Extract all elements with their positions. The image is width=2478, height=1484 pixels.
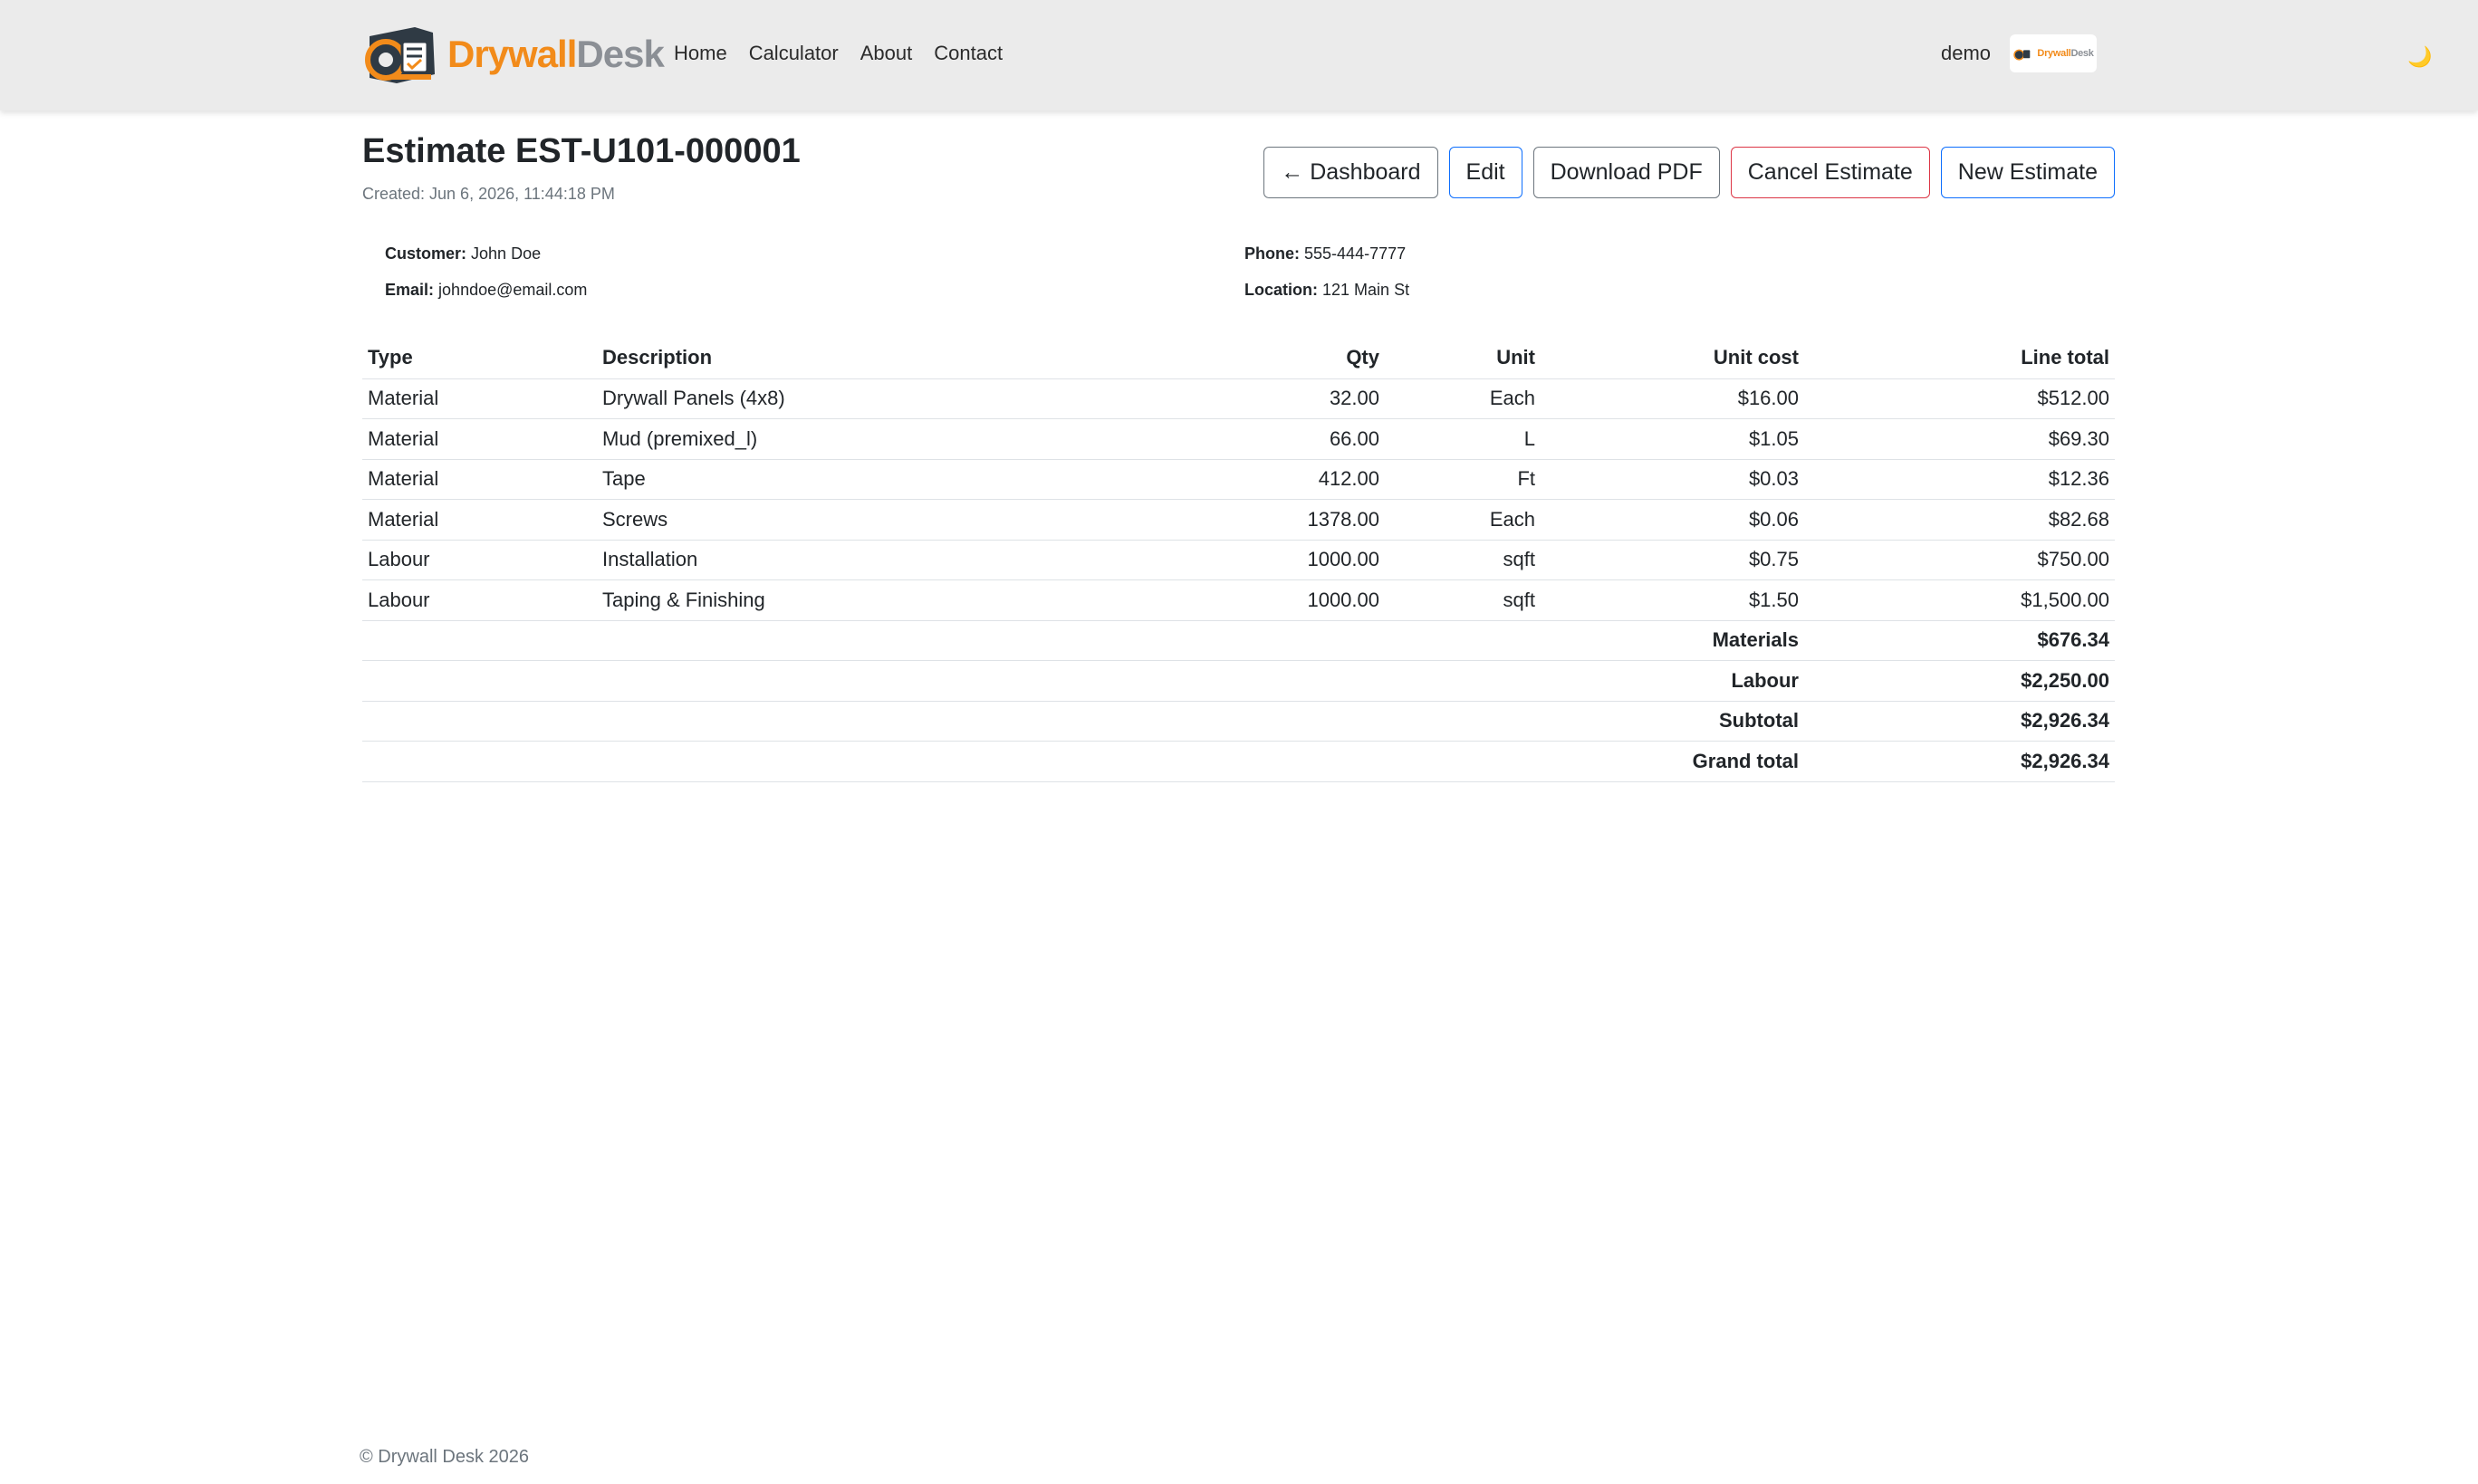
tape-measure-icon [2013, 49, 2031, 61]
customer-name: John Doe [471, 244, 542, 263]
brand-name: DrywallDesk [447, 33, 665, 75]
cell-qty: 1000.00 [1131, 579, 1385, 621]
table-row: Labour Taping & Finishing 1000.00 sqft $… [362, 579, 2115, 621]
cell-unit: Ft [1385, 459, 1541, 500]
table-row: Material Mud (premixed_l) 66.00 L $1.05 … [362, 418, 2115, 460]
dashboard-button[interactable]: ← Dashboard [1263, 147, 1438, 198]
table-row: Material Screws 1378.00 Each $0.06 $82.6… [362, 499, 2115, 541]
totals-label: Subtotal [1541, 701, 1804, 742]
cell-unit-cost: $1.50 [1541, 579, 1804, 621]
cell-qty: 66.00 [1131, 418, 1385, 460]
cell-unit-cost: $1.05 [1541, 418, 1804, 460]
cell-qty: 412.00 [1131, 459, 1385, 500]
cell-unit: sqft [1385, 540, 1541, 580]
cell-line-total: $82.68 [1804, 499, 2115, 541]
phone-info: Phone: 555-444-7777 [1244, 244, 1407, 263]
moon-icon[interactable]: 🌙 [2407, 45, 2432, 69]
totals-label: Materials [1541, 620, 1804, 661]
cell-qty: 32.00 [1131, 378, 1385, 419]
cell-unit: L [1385, 418, 1541, 460]
cell-unit-cost: $0.75 [1541, 540, 1804, 580]
new-estimate-button[interactable]: New Estimate [1940, 147, 2115, 198]
cell-type: Material [362, 418, 597, 460]
nav-home[interactable]: Home [674, 36, 727, 71]
cell-type: Labour [362, 540, 597, 580]
brand-logo[interactable]: DrywallDesk [360, 20, 665, 89]
totals-value: $2,926.34 [1804, 741, 2115, 782]
cell-description: Taping & Finishing [597, 579, 1131, 621]
totals-row-materials: Materials $676.34 [362, 620, 2115, 661]
cell-description: Tape [597, 459, 1131, 500]
cell-type: Material [362, 499, 597, 541]
cell-unit: Each [1385, 378, 1541, 419]
cell-type: Material [362, 459, 597, 500]
totals-row-labour: Labour $2,250.00 [362, 660, 2115, 702]
cell-unit: sqft [1385, 579, 1541, 621]
action-bar: ← Dashboard Edit Download PDF Cancel Est… [1263, 147, 2115, 198]
nav-links: Home Calculator About Contact [674, 36, 1024, 71]
user-name[interactable]: demo [1941, 36, 1991, 71]
header-unit-cost: Unit cost [1541, 337, 1804, 379]
cell-line-total: $12.36 [1804, 459, 2115, 500]
totals-row-subtotal: Subtotal $2,926.34 [362, 701, 2115, 742]
totals-value: $2,926.34 [1804, 701, 2115, 742]
cell-unit-cost: $16.00 [1541, 378, 1804, 419]
totals-label: Labour [1541, 660, 1804, 702]
header-qty: Qty [1131, 337, 1385, 379]
cell-description: Drywall Panels (4x8) [597, 378, 1131, 419]
table-header: Type Description Qty Unit Unit cost Line… [362, 337, 2115, 379]
nav-about[interactable]: About [860, 36, 913, 71]
footer-copyright: © Drywall Desk 2026 [360, 1447, 530, 1467]
avatar[interactable]: DrywallDesk [2010, 34, 2097, 72]
table-row: Labour Installation 1000.00 sqft $0.75 $… [362, 540, 2115, 580]
cell-type: Material [362, 378, 597, 419]
cell-line-total: $1,500.00 [1804, 579, 2115, 621]
cell-line-total: $750.00 [1804, 540, 2115, 580]
download-pdf-button[interactable]: Download PDF [1532, 147, 1720, 198]
cell-unit: Each [1385, 499, 1541, 541]
cell-qty: 1378.00 [1131, 499, 1385, 541]
nav-contact[interactable]: Contact [934, 36, 1003, 71]
location-info: Location: 121 Main St [1244, 281, 1410, 299]
line-items-table: Type Description Qty Unit Unit cost Line… [362, 337, 2115, 782]
edit-button[interactable]: Edit [1448, 147, 1522, 198]
cancel-estimate-button[interactable]: Cancel Estimate [1730, 147, 1930, 198]
cell-unit-cost: $0.03 [1541, 459, 1804, 500]
cell-line-total: $69.30 [1804, 418, 2115, 460]
header-description: Description [597, 337, 1131, 379]
cell-description: Screws [597, 499, 1131, 541]
customer-phone: 555-444-7777 [1304, 244, 1407, 263]
cell-line-total: $512.00 [1804, 378, 2115, 419]
table-row: Material Drywall Panels (4x8) 32.00 Each… [362, 378, 2115, 419]
cell-qty: 1000.00 [1131, 540, 1385, 580]
cell-unit-cost: $0.06 [1541, 499, 1804, 541]
header-type: Type [362, 337, 597, 379]
totals-value: $2,250.00 [1804, 660, 2115, 702]
created-timestamp: Created: Jun 6, 2026, 11:44:18 PM [362, 185, 615, 203]
cell-description: Installation [597, 540, 1131, 580]
customer-email: johndoe@email.com [438, 281, 588, 299]
totals-value: $676.34 [1804, 620, 2115, 661]
page-title: Estimate EST-U101-000001 [362, 132, 801, 170]
nav-calculator[interactable]: Calculator [749, 36, 839, 71]
totals-row-grand-total: Grand total $2,926.34 [362, 741, 2115, 782]
table-row: Material Tape 412.00 Ft $0.03 $12.36 [362, 459, 2115, 500]
cell-description: Mud (premixed_l) [597, 418, 1131, 460]
header-unit: Unit [1385, 337, 1541, 379]
tape-measure-icon [360, 20, 444, 89]
email-info: Email: johndoe@email.com [385, 281, 588, 299]
customer-location: 121 Main St [1322, 281, 1410, 299]
cell-type: Labour [362, 579, 597, 621]
navbar: DrywallDesk Home Calculator About Contac… [0, 0, 2478, 110]
customer-info: Customer: John Doe [385, 244, 542, 263]
header-line-total: Line total [1804, 337, 2115, 379]
totals-label: Grand total [1541, 741, 1804, 782]
